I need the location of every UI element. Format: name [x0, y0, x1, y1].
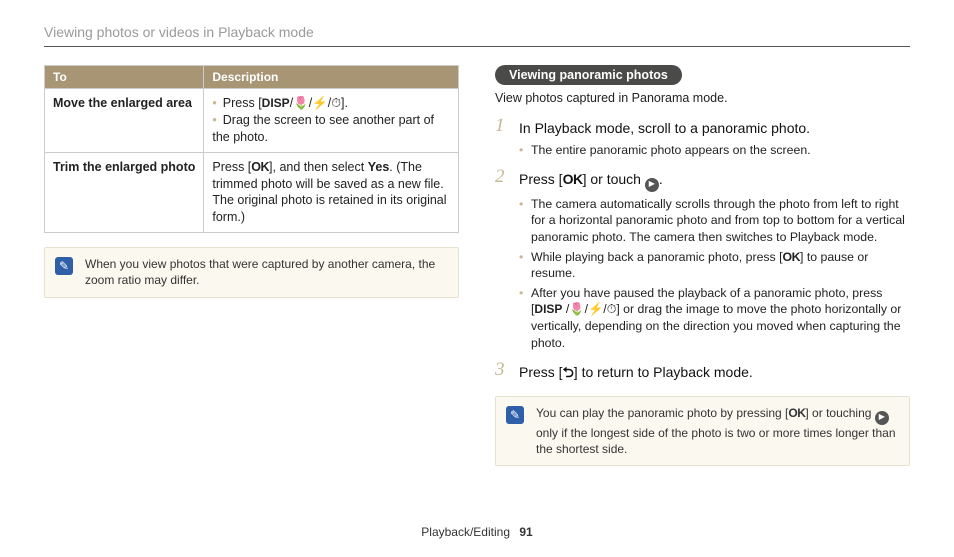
step-number: 3 [495, 359, 505, 381]
feature-table: To Description Move the enlarged area Pr… [44, 65, 459, 233]
th-desc: Description [204, 66, 459, 89]
note-icon: ✎ [506, 406, 524, 424]
text: ] or touching [805, 406, 874, 420]
ok-icon: OK [788, 406, 805, 420]
return-icon: ⮌ [563, 364, 574, 380]
text: . [659, 171, 663, 187]
step-2: 2 Press [OK] or touch ▶. The camera auto… [495, 170, 910, 351]
step-3: 3 Press [⮌] to return to Playback mode. [495, 363, 910, 382]
section-intro: View photos captured in Panorama mode. [495, 91, 910, 105]
play-icon: ▶ [875, 411, 889, 425]
note-icon: ✎ [55, 257, 73, 275]
th-to: To [45, 66, 204, 89]
footer-section: Playback/Editing [421, 525, 510, 539]
page-title: Viewing photos or videos in Playback mod… [44, 24, 910, 47]
section-chip: Viewing panoramic photos [495, 65, 682, 85]
table-row: Move the enlarged area Press [DISP/🌷/⚡/⏱… [45, 89, 459, 153]
desc-bullet: Drag the screen to see another part of t… [212, 112, 450, 146]
ok-icon: OK [783, 250, 800, 264]
text: ] or touch [583, 171, 645, 187]
right-column: Viewing panoramic photos View photos cap… [495, 65, 910, 466]
step-sub: The camera automatically scrolls through… [519, 196, 910, 246]
table-row: Trim the enlarged photo Press [OK], and … [45, 152, 459, 233]
step-title: Press [OK] or touch ▶. [519, 170, 910, 191]
left-column: To Description Move the enlarged area Pr… [44, 65, 459, 466]
ok-icon: OK [251, 160, 269, 174]
note-text: You can play the panoramic photo by pres… [536, 405, 899, 457]
page-number: 91 [519, 525, 532, 539]
row-key: Trim the enlarged photo [45, 152, 204, 233]
note-text: When you view photos that were captured … [85, 256, 448, 288]
note-box: ✎ When you view photos that were capture… [44, 247, 459, 297]
text: Press [ [519, 171, 563, 187]
disp-icon: DISP [262, 96, 290, 110]
yes-label: Yes [368, 160, 390, 174]
row-desc: Press [OK], and then select Yes. (The tr… [204, 152, 459, 233]
row-key: Move the enlarged area [45, 89, 204, 153]
step-sub: While playing back a panoramic photo, pr… [519, 249, 910, 282]
step-title: In Playback mode, scroll to a panoramic … [519, 119, 910, 138]
desc-bullet: Press [DISP/🌷/⚡/⏱]. [212, 95, 450, 112]
text: only if the longest side of the photo is… [536, 426, 896, 456]
step-number: 1 [495, 115, 505, 137]
text: You can play the panoramic photo by pres… [536, 406, 788, 420]
step-1: 1 In Playback mode, scroll to a panorami… [495, 119, 910, 158]
text: ], and then select [269, 160, 368, 174]
disp-icon: DISP [534, 302, 562, 316]
step-sub: After you have paused the playback of a … [519, 285, 910, 351]
note-box: ✎ You can play the panoramic photo by pr… [495, 396, 910, 466]
text: Press [ [212, 160, 251, 174]
row-desc: Press [DISP/🌷/⚡/⏱]. Drag the screen to s… [204, 89, 459, 153]
page-footer: Playback/Editing 91 [0, 525, 954, 539]
step-title: Press [⮌] to return to Playback mode. [519, 363, 910, 382]
step-sub: The entire panoramic photo appears on th… [519, 142, 910, 159]
ok-icon: OK [563, 171, 583, 187]
steps-list: 1 In Playback mode, scroll to a panorami… [495, 119, 910, 382]
step-number: 2 [495, 166, 505, 188]
text: Press [ [519, 364, 563, 380]
text: ] to return to Playback mode. [574, 364, 753, 380]
play-icon: ▶ [645, 178, 659, 192]
